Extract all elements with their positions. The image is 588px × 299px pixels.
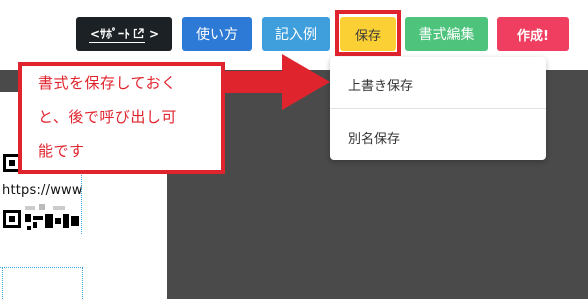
create-button-label: 作成!: [517, 28, 549, 44]
element-boundary-box: [0, 267, 83, 299]
menu-item-save-as[interactable]: 別名保存: [348, 128, 400, 147]
support-button-suffix: >: [149, 27, 160, 41]
menu-divider: [330, 108, 546, 109]
save-dropdown-menu: 上書き保存 別名保存: [330, 57, 546, 160]
save-button-highlight: [335, 10, 401, 56]
external-link-icon: [133, 28, 144, 39]
support-button[interactable]: <ｻﾎﾟｰﾄ >: [76, 17, 172, 51]
callout-text-line3: 能です: [38, 142, 85, 160]
example-button[interactable]: 記入例: [262, 17, 330, 51]
qr-code-bottom: [3, 204, 81, 232]
support-button-label: <ｻﾎﾟｰﾄ: [89, 27, 130, 41]
format-edit-button[interactable]: 書式編集: [405, 17, 488, 51]
create-button[interactable]: 作成!: [497, 17, 569, 51]
annotation-callout: 書式を保存しておく と、後で呼び出し可 能です: [18, 62, 225, 174]
format-edit-button-label: 書式編集: [418, 27, 475, 43]
element-boundary-box-left: [2, 267, 3, 299]
usage-button-label: 使い方: [196, 27, 238, 43]
callout-text-line1: 書式を保存しておく: [38, 74, 177, 92]
qr-url-text: https://www: [2, 183, 83, 198]
menu-item-overwrite-save[interactable]: 上書き保存: [348, 75, 413, 94]
callout-text-line2: と、後で呼び出し可: [38, 108, 177, 126]
arrow-right-icon: [224, 54, 330, 110]
example-button-label: 記入例: [275, 27, 317, 43]
usage-button[interactable]: 使い方: [182, 17, 252, 51]
